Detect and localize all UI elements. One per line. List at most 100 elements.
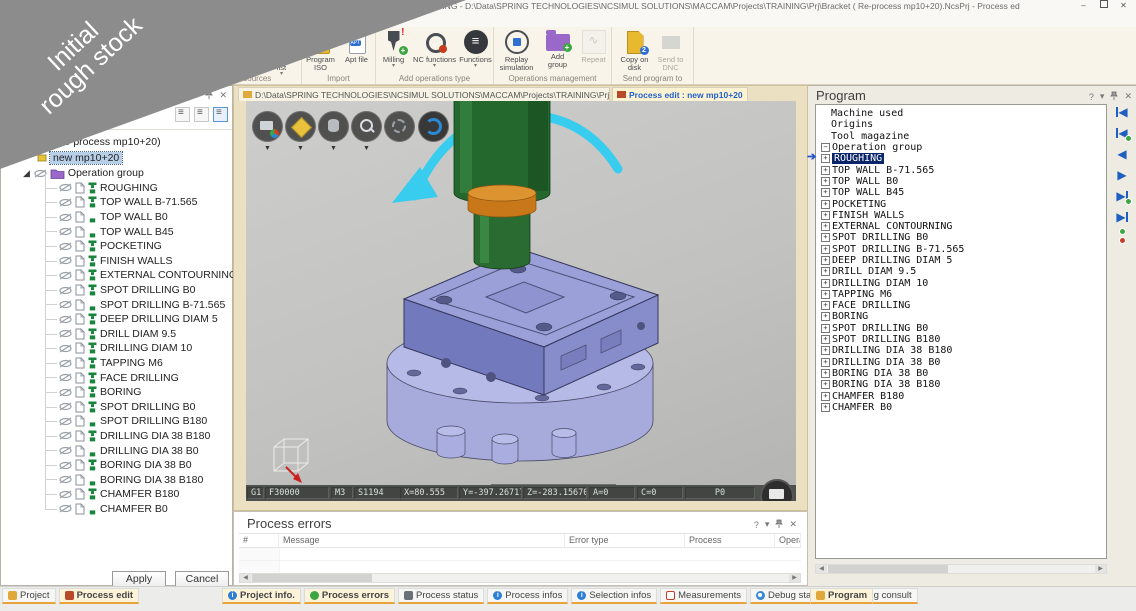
scroll-left-icon[interactable]: ◀ [240, 574, 251, 582]
left-tree-operation[interactable]: CHAMFER B180 [1, 487, 232, 502]
expand-icon[interactable]: + [821, 346, 830, 355]
close-icon[interactable]: ✕ [1115, 0, 1132, 12]
dropdown-caret-icon[interactable]: ▼ [264, 145, 271, 152]
program-tree-item[interactable]: Machine used [819, 108, 1106, 119]
program-tree-operation[interactable]: +SPOT DRILLING B-71.565 [819, 244, 1106, 255]
expand-icon[interactable]: + [821, 200, 830, 209]
program-tree-operation[interactable]: +TAPPING M6 [819, 289, 1106, 300]
left-tree-operation[interactable]: CHAMFER B0 [1, 502, 232, 517]
minimize-icon[interactable]: – [1075, 0, 1092, 12]
tree-group-item[interactable]: ◢ Operation group [1, 166, 232, 181]
taskbar-tab-process-status[interactable]: Process status [398, 588, 484, 604]
panel-menu-icon[interactable]: ▾ [1100, 91, 1105, 102]
step-forward-operation-icon[interactable]: ▶ [1116, 190, 1127, 202]
program-tree-group[interactable]: −Operation group [819, 142, 1106, 153]
expand-icon[interactable]: + [821, 211, 830, 220]
taskbar-tab-project-info-[interactable]: Project info. [222, 588, 301, 604]
expand-icon[interactable]: + [821, 256, 830, 265]
ghost-display-button[interactable] [384, 111, 415, 142]
expand-icon[interactable]: + [821, 358, 830, 367]
program-tree-operation[interactable]: +SPOT DRILLING B180 [819, 334, 1106, 345]
dropdown-caret-icon[interactable]: ▼ [363, 145, 370, 152]
program-tree-operation[interactable]: +DRILLING DIAM 10 [819, 277, 1106, 288]
program-tree-operation[interactable]: +EXTERNAL CONTOURNING [819, 221, 1106, 232]
view-orientation-button[interactable] [285, 111, 316, 142]
expander-icon[interactable]: ◢ [23, 168, 30, 179]
expand-icon[interactable]: + [821, 312, 830, 321]
program-tree-operation[interactable]: +ROUGHING [819, 153, 1106, 164]
program-tree-operation[interactable]: +CHAMFER B0 [819, 402, 1106, 413]
nc-functions-button[interactable]: NC functions ▾ [413, 30, 457, 69]
program-tree-item[interactable]: Tool magazine [819, 131, 1106, 142]
program-tree-operation[interactable]: +BORING DIA 38 B180 [819, 379, 1106, 390]
expand-icon[interactable]: + [821, 154, 830, 163]
dropdown-caret-icon[interactable]: ▼ [330, 145, 337, 152]
column-header[interactable]: Operatio [775, 534, 801, 547]
panel-pin-icon[interactable] [775, 519, 783, 530]
column-header[interactable]: Error type [565, 534, 685, 547]
left-tree-operation[interactable]: POCKETING [1, 239, 232, 254]
program-tree-operation[interactable]: +FACE DRILLING [819, 300, 1106, 311]
rotation-mode-button[interactable] [418, 111, 449, 142]
left-tree-operation[interactable]: DRILLING DIA 38 B0 [1, 443, 232, 458]
dropdown-caret-icon[interactable]: ▼ [297, 145, 304, 152]
program-tree-operation[interactable]: +CHAMFER B180 [819, 390, 1106, 401]
expand-icon[interactable]: + [821, 380, 830, 389]
left-tree-operation[interactable]: TOP WALL B45 [1, 224, 232, 239]
milling-button[interactable]: Milling ▾ [377, 30, 411, 69]
panel-close-icon[interactable]: ✕ [789, 519, 797, 530]
program-tree-operation[interactable]: +DRILLING DIA 38 B0 [819, 357, 1106, 368]
program-tree-operation[interactable]: +DRILLING DIA 38 B180 [819, 345, 1106, 356]
program-tree-operation[interactable]: +POCKETING [819, 198, 1106, 209]
view-mode-list-icon[interactable] [175, 107, 190, 122]
send-to-dnc-button[interactable]: Send to DNC [654, 30, 688, 72]
left-tree-operation[interactable]: BORING DIA 38 B0 [1, 458, 232, 473]
expand-icon[interactable]: + [821, 392, 830, 401]
scroll-right-icon[interactable]: ▶ [789, 574, 800, 582]
taskbar-tab-selection-infos[interactable]: Selection infos [571, 588, 657, 604]
expand-icon[interactable]: + [821, 290, 830, 299]
view-mode-full-icon[interactable] [213, 107, 228, 122]
scrollbar-thumb[interactable] [252, 574, 372, 582]
copy-on-disk-button[interactable]: Copy on disk [618, 30, 652, 72]
taskbar-tab-measurements[interactable]: Measurements [660, 588, 747, 604]
maximize-icon[interactable] [1095, 0, 1112, 12]
left-tree-operation[interactable]: SPOT DRILLING B0 [1, 283, 232, 298]
expand-icon[interactable]: + [821, 335, 830, 344]
left-tree-operation[interactable]: TAPPING M6 [1, 356, 232, 371]
left-tree-operation[interactable]: EXTERNAL CONTOURNING [1, 268, 232, 283]
3d-viewport[interactable]: ▼ ▼ ▼ ▼ Cumulated time 0h 0' 0" G1 F3000… [246, 101, 796, 501]
left-tree-operation[interactable]: SPOT DRILLING B180 [1, 414, 232, 429]
left-tree-operation[interactable]: FACE DRILLING [1, 370, 232, 385]
panel-close-icon[interactable]: ✕ [1124, 91, 1132, 102]
left-tree-operation[interactable]: BORING [1, 385, 232, 400]
left-tree-operation[interactable]: TOP WALL B-71.565 [1, 195, 232, 210]
left-tree-operation[interactable]: TOP WALL B0 [1, 210, 232, 225]
zoom-button[interactable] [351, 111, 382, 142]
horizontal-scrollbar[interactable]: ◀ ▶ [239, 573, 801, 583]
repeat-button[interactable]: Repeat [577, 30, 611, 72]
expand-icon[interactable]: + [821, 166, 830, 175]
left-tree-operation[interactable]: SPOT DRILLING B0 [1, 400, 232, 415]
panel-menu-icon[interactable]: ▾ [765, 519, 770, 530]
left-tree-operation[interactable]: SPOT DRILLING B-71.565 [1, 297, 232, 312]
expand-icon[interactable]: + [821, 403, 830, 412]
program-tree-operation[interactable]: +TOP WALL B45 [819, 187, 1106, 198]
tab-project-document[interactable]: D:\Data\SPRING TECHNOLOGIES\NCSIMUL SOLU… [238, 87, 610, 101]
panel-help-icon[interactable]: ? [754, 520, 759, 530]
render-mode-button[interactable] [252, 111, 283, 142]
expand-icon[interactable]: + [821, 233, 830, 242]
taskbar-tab-process-edit[interactable]: Process edit [59, 588, 140, 604]
expand-icon[interactable]: + [821, 245, 830, 254]
expand-icon[interactable]: + [821, 369, 830, 378]
left-tree-operation[interactable]: FINISH WALLS [1, 254, 232, 269]
expand-icon[interactable]: + [821, 188, 830, 197]
play-forward-icon[interactable]: ▶ [1117, 169, 1126, 181]
tab-process-edit[interactable]: Process edit : new mp10+20 [612, 87, 748, 101]
scrollbar-thumb[interactable] [828, 565, 948, 573]
collapse-icon[interactable]: − [821, 143, 830, 152]
expand-icon[interactable]: + [821, 324, 830, 333]
program-tree-operation[interactable]: +SPOT DRILLING B0 [819, 323, 1106, 334]
panel-help-icon[interactable]: ? [1089, 92, 1094, 102]
program-tree-operation[interactable]: +DRILL DIAM 9.5 [819, 266, 1106, 277]
